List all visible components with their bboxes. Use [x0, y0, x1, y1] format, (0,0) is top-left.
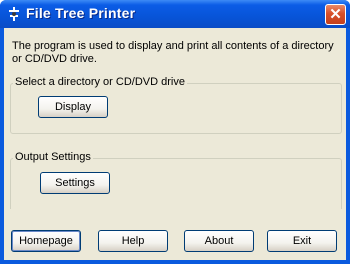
title-bar[interactable]: File Tree Printer ✕: [0, 0, 350, 28]
close-button[interactable]: ✕: [325, 4, 346, 25]
settings-button-label: Settings: [55, 177, 95, 189]
display-button-label: Display: [54, 101, 92, 113]
description-text: The program is used to display and print…: [12, 40, 334, 65]
about-button-label: About: [204, 235, 234, 247]
settings-button[interactable]: Settings: [40, 172, 110, 194]
help-button[interactable]: Help: [98, 230, 168, 252]
exit-button-label: Exit: [292, 235, 312, 247]
help-button-label: Help: [121, 235, 145, 247]
dialog-body: The program is used to display and print…: [4, 28, 346, 260]
app-icon: [6, 6, 22, 22]
output-settings-group: Output Settings Settings: [10, 151, 342, 209]
display-button[interactable]: Display: [38, 96, 108, 118]
close-icon: ✕: [329, 6, 342, 23]
window-title: File Tree Printer: [26, 5, 136, 21]
select-directory-label: Select a directory or CD/DVD drive: [13, 76, 187, 88]
homepage-button[interactable]: Homepage: [11, 230, 81, 252]
exit-button[interactable]: Exit: [267, 230, 337, 252]
about-button[interactable]: About: [184, 230, 254, 252]
app-window: File Tree Printer ✕ The program is used …: [0, 0, 350, 264]
homepage-button-label: Homepage: [19, 235, 73, 247]
output-settings-label: Output Settings: [13, 151, 93, 163]
select-directory-group: Select a directory or CD/DVD drive Displ…: [10, 76, 342, 134]
